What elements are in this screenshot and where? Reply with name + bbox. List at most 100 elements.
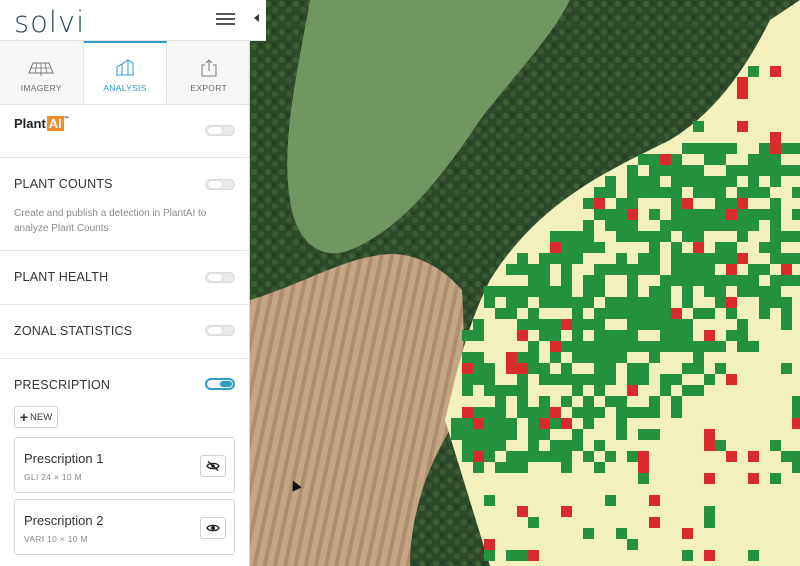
zone-cell-high [594,385,605,396]
zone-cell-high [583,198,594,209]
collapse-sidebar-icon[interactable] [254,14,259,22]
zone-cell-high [528,341,539,352]
zone-cell-high [484,429,495,440]
solar-panel-icon [28,62,55,76]
zone-cell-high [594,242,605,253]
prescription-toggle[interactable] [205,378,235,390]
tab-imagery[interactable]: IMAGERY [0,41,84,104]
zone-cell-high [693,187,704,198]
zone-cell-high [627,165,638,176]
solvi-logo[interactable]: solvi [14,5,85,39]
zone-cell-high [759,264,770,275]
zone-cell-high [583,319,594,330]
zone-cell-high [781,253,792,264]
plant-health-toggle[interactable] [205,272,235,283]
zone-cell-high [704,187,715,198]
zone-cell-high [638,154,649,165]
zone-cell-high [506,418,517,429]
new-button-label: NEW [30,411,53,423]
zone-cell-high [462,374,473,385]
zone-cell-high [627,330,638,341]
zone-cell-high [748,341,759,352]
zone-cell-low [517,363,528,374]
zone-cell-high [561,462,572,473]
zone-cell-high [583,242,594,253]
zone-cell-high [759,308,770,319]
zone-cell-high [473,330,484,341]
zone-cell-low [594,198,605,209]
zone-cell-high [594,462,605,473]
zone-cell-low [638,451,649,462]
zone-cell-high [649,187,660,198]
zone-cell-high [770,440,781,451]
zone-cell-low [726,209,737,220]
zone-cell-high [605,341,616,352]
zone-cell-high [649,429,660,440]
zone-cell-high [528,363,539,374]
zone-cell-high [671,374,682,385]
zonal-statistics-section: ZONAL STATISTICS [0,305,249,359]
visibility-toggle-button[interactable] [200,455,226,477]
zone-cell-high [693,253,704,264]
zone-cell-high [671,396,682,407]
zone-cell-low [561,418,572,429]
zone-cell-high [550,418,561,429]
zone-cell-high [572,297,583,308]
zone-cell-high [770,297,781,308]
zone-cell-high [638,176,649,187]
zone-cell-high [715,176,726,187]
tab-export[interactable]: EXPORT [167,41,249,104]
prescription-card[interactable]: Prescription 2 VARI 10 × 10 M [14,499,235,555]
zone-cell-high [484,550,495,561]
zone-cell-low [649,495,660,506]
zonal-statistics-toggle[interactable] [205,325,235,336]
zone-cell-high [792,143,800,154]
zone-cell-high [682,275,693,286]
zone-cell-high [649,396,660,407]
zone-cell-high [462,330,473,341]
zone-cell-high [517,396,528,407]
zone-cell-high [759,187,770,198]
zone-cell-high [704,264,715,275]
zone-cell-high [715,242,726,253]
zone-cell-high [539,297,550,308]
prescription-card[interactable]: Prescription 1 GLI 24 × 10 M [14,437,235,493]
zone-cell-high [781,297,792,308]
zone-cell-high [671,165,682,176]
eye-off-icon [206,461,220,471]
tab-analysis[interactable]: ANALYSIS [83,41,168,104]
zone-cell-high [693,231,704,242]
zone-cell-high [649,165,660,176]
zone-cell-high [726,220,737,231]
plant-health-title: PLANT HEALTH [14,270,109,284]
zone-cell-high [539,319,550,330]
zone-cell-high [759,165,770,176]
zone-cell-high [583,231,594,242]
zone-cell-high [517,286,528,297]
plantai-toggle[interactable] [205,125,235,136]
new-prescription-button[interactable]: + NEW [14,406,58,428]
zone-cell-high [484,297,495,308]
zone-cell-low [627,209,638,220]
menu-icon[interactable] [216,13,235,25]
zone-cell-high [572,429,583,440]
zone-cell-high [715,209,726,220]
zone-cell-high [759,209,770,220]
plant-counts-toggle[interactable] [205,179,235,190]
map-view[interactable] [250,0,800,566]
zone-cell-high [671,275,682,286]
zone-cell-high [594,264,605,275]
zone-cell-high [627,176,638,187]
visibility-toggle-button[interactable] [200,517,226,539]
zone-cell-high [572,319,583,330]
zone-cell-high [583,407,594,418]
zone-cell-high [693,385,704,396]
plantai-section: Plant AI ™ [0,106,249,158]
zone-cell-low [462,407,473,418]
zone-cell-high [792,187,800,198]
plantai-brand-ai: AI [46,116,64,131]
zone-cell-high [649,407,660,418]
zone-cell-high [737,330,748,341]
zone-cell-high [572,253,583,264]
zone-cell-low [726,264,737,275]
